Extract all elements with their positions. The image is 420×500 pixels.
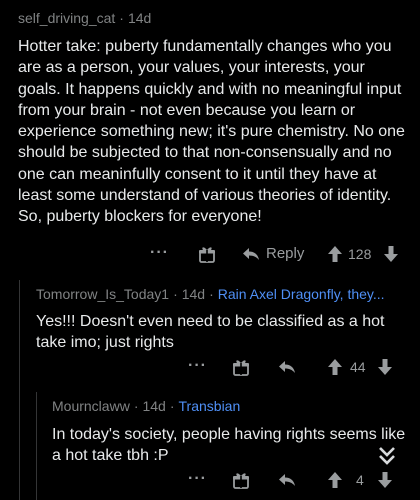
- thread-line-level-2[interactable]: [36, 392, 37, 500]
- award-gift-icon[interactable]: [232, 358, 250, 376]
- upvote-arrow-icon[interactable]: [328, 246, 342, 262]
- user-flair: Rain Axel Dragonfly, they...: [217, 286, 385, 302]
- comment-meta: self_driving_cat · 14d: [18, 10, 408, 26]
- separator-dot: ·: [169, 398, 175, 414]
- reply-arrow-icon[interactable]: [278, 359, 296, 375]
- comment-body: Hotter take: puberty fundamentally chang…: [18, 38, 405, 226]
- username[interactable]: self_driving_cat: [18, 10, 115, 26]
- comment-meta: Tomorrow_Is_Today1 · 14d · Rain Axel Dragonf…: [36, 286, 408, 302]
- username[interactable]: Mournclaww: [52, 398, 130, 414]
- more-dots-icon[interactable]: ···: [188, 357, 207, 375]
- reply-arrow-icon: [243, 247, 259, 260]
- comment-actions: ··· 4: [188, 447, 408, 492]
- upvote-arrow-icon[interactable]: [328, 359, 342, 375]
- award-gift-icon[interactable]: [232, 471, 250, 489]
- comment-meta: Mournclaww · 14d · Transbian: [52, 398, 408, 414]
- downvote-arrow-icon[interactable]: [378, 472, 392, 488]
- vote-score: 128: [348, 246, 372, 262]
- upvote-arrow-icon[interactable]: [328, 472, 342, 488]
- comment-age: 14d: [181, 286, 206, 302]
- comment-actions: ··· Reply 128: [150, 244, 410, 266]
- separator-dot: ·: [209, 286, 214, 302]
- thread-line-level-1[interactable]: [19, 280, 20, 500]
- more-dots-icon[interactable]: ···: [188, 470, 207, 488]
- downvote-arrow-icon[interactable]: [378, 359, 392, 375]
- reply-button[interactable]: Reply: [242, 245, 304, 262]
- comment-body: In today's society, people having rights…: [52, 426, 406, 465]
- user-flair: Transbian: [178, 398, 241, 414]
- separator-dot: ·: [173, 286, 178, 302]
- more-dots-icon[interactable]: ···: [150, 244, 169, 262]
- downvote-arrow-icon[interactable]: [384, 246, 398, 262]
- comment-body: Yes!!! Doesn't even need to be classifie…: [36, 313, 385, 352]
- comment-age: 14d: [127, 10, 152, 26]
- award-gift-icon[interactable]: [198, 245, 216, 263]
- comment-age: 14d: [142, 398, 166, 414]
- comment-actions: ··· 44: [188, 357, 408, 379]
- reply-arrow-icon[interactable]: [278, 472, 296, 488]
- username[interactable]: Tomorrow_Is_Today1: [36, 286, 169, 302]
- vote-score: 44: [350, 359, 366, 375]
- double-chevron-down-icon[interactable]: [378, 446, 396, 466]
- vote-score: 4: [356, 472, 364, 488]
- separator-dot: ·: [119, 10, 124, 26]
- reply-label: Reply: [266, 245, 305, 262]
- separator-dot: ·: [133, 398, 139, 414]
